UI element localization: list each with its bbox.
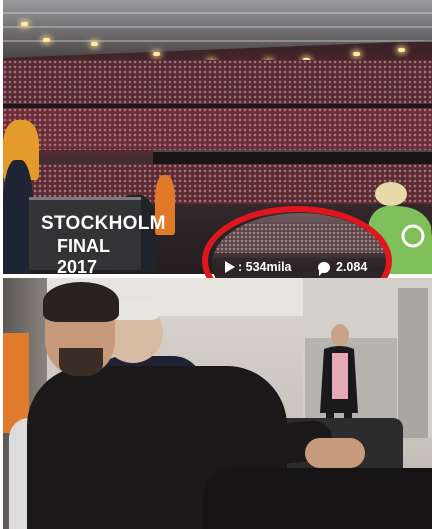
stadium-light xyxy=(91,42,98,46)
player-legs xyxy=(203,468,432,529)
image-collage: STOCKHOLM FINAL 2017 : 534mila 2.084 xyxy=(0,0,432,529)
crowd-middle xyxy=(3,108,432,150)
stadium-light xyxy=(21,22,28,26)
stadium-light xyxy=(43,38,50,42)
door-frame xyxy=(398,288,428,438)
stadium-roof xyxy=(3,0,432,58)
stadium-light xyxy=(353,52,360,56)
cart-photo xyxy=(3,278,432,529)
player-hand xyxy=(305,438,365,468)
final-sign: STOCKHOLM FINAL 2017 xyxy=(29,197,165,274)
player-hair xyxy=(43,282,119,322)
crowd-upper xyxy=(3,60,432,105)
stadium-light xyxy=(153,52,160,56)
stadium-light xyxy=(398,48,405,52)
sign-line2: FINAL 2017 xyxy=(57,236,110,274)
sign-line1: STOCKHOLM xyxy=(41,213,166,234)
roof-beam xyxy=(3,26,432,28)
roof-beam xyxy=(3,40,432,42)
player-beard xyxy=(59,348,103,376)
roof-beam xyxy=(3,12,432,14)
